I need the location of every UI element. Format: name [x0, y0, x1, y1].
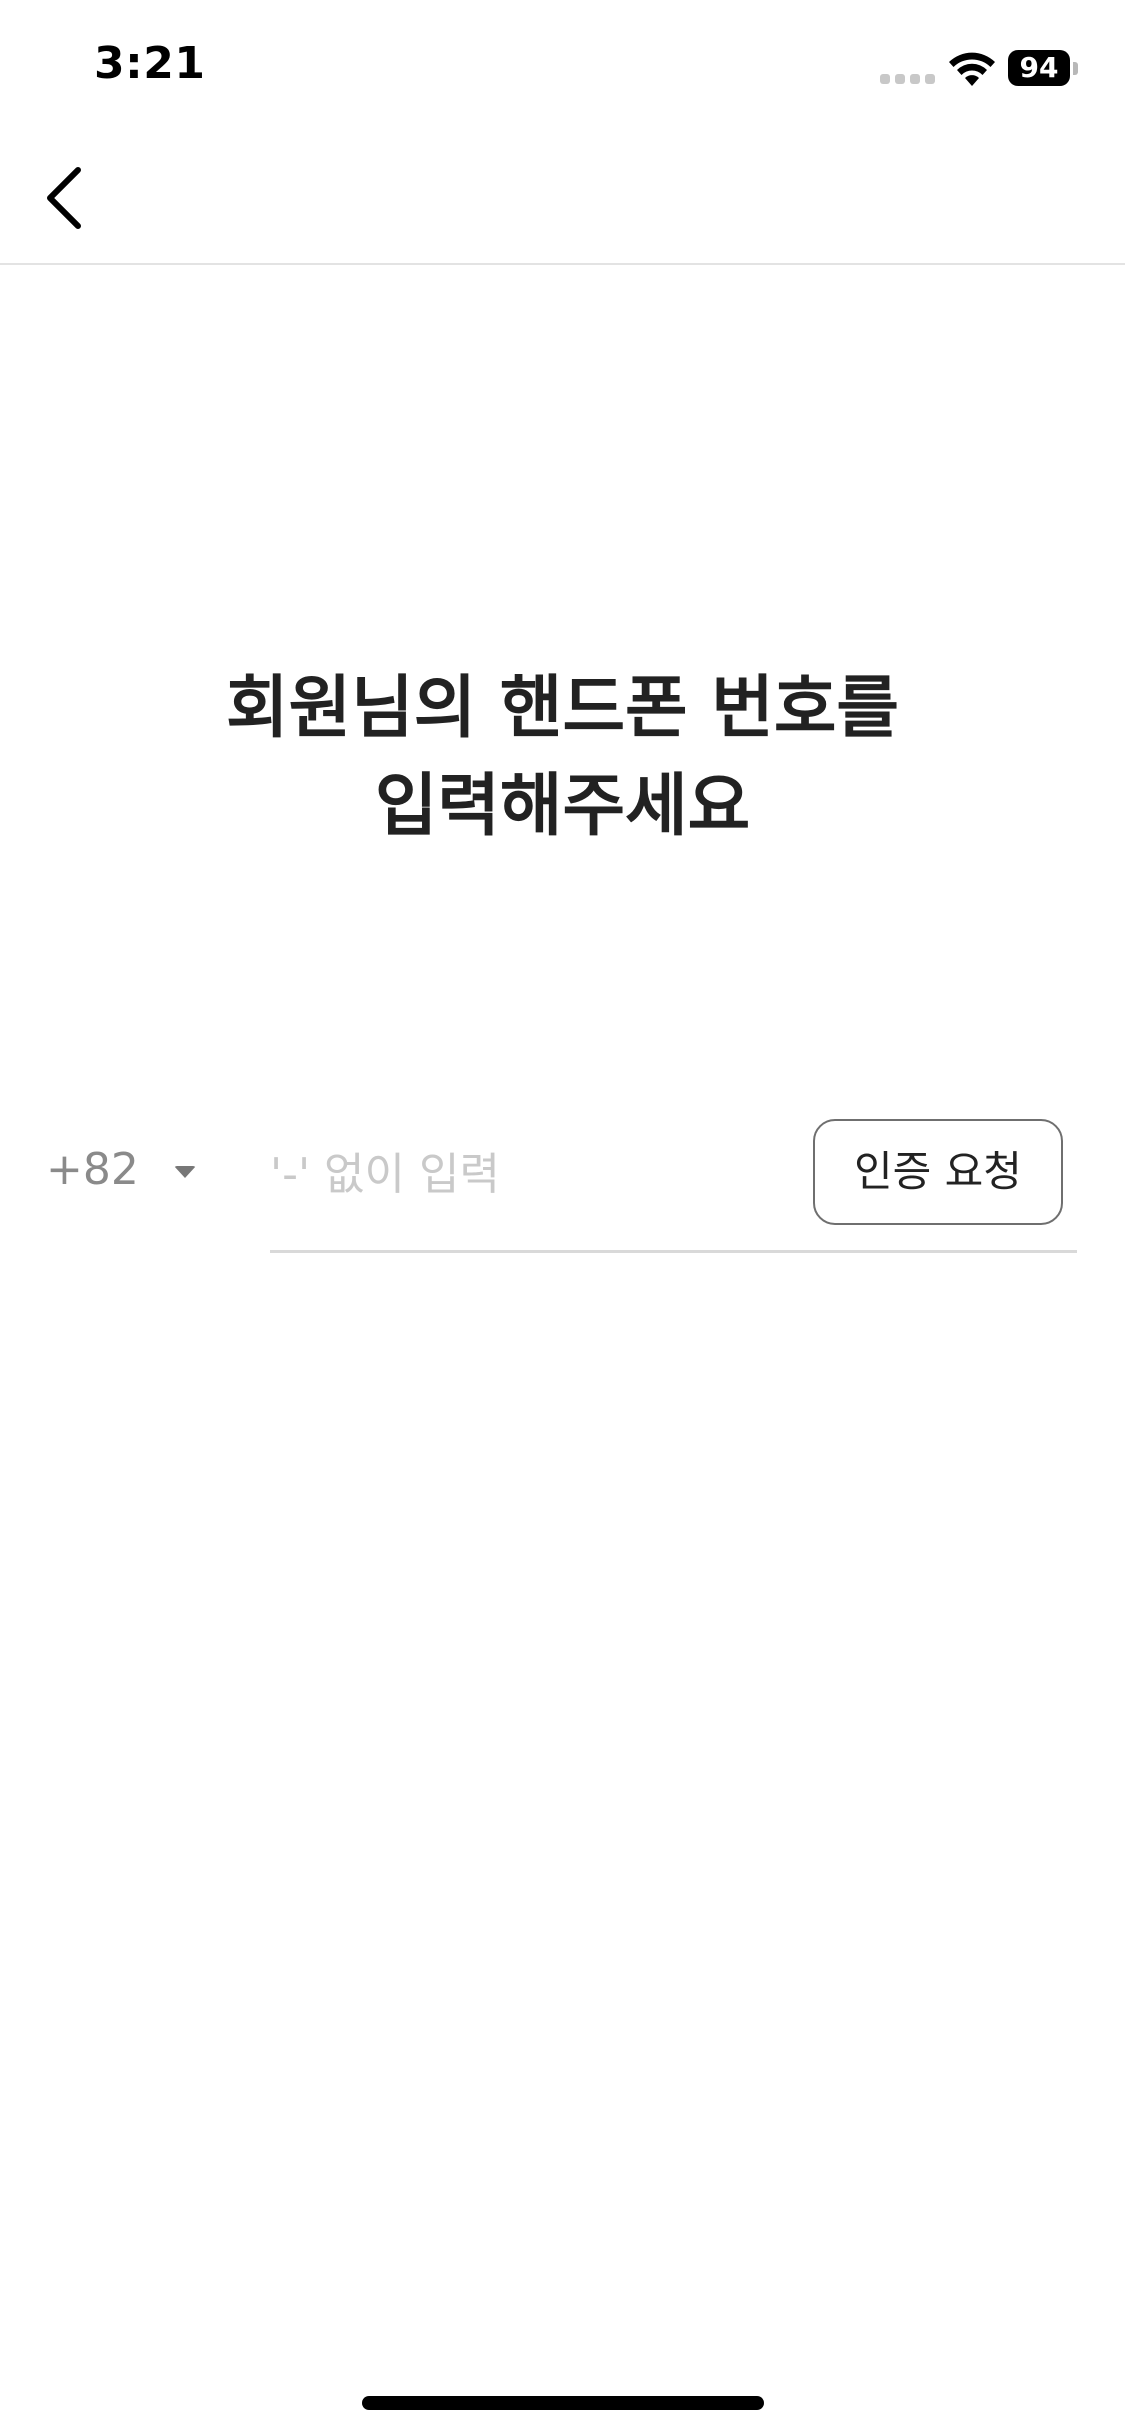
back-button[interactable]	[30, 160, 106, 236]
chevron-left-icon	[47, 167, 81, 229]
request-verification-button[interactable]: 인증 요청	[813, 1119, 1063, 1225]
phone-number-input[interactable]	[270, 1136, 790, 1212]
caret-down-icon	[174, 1166, 196, 1178]
cellular-signal-icon	[880, 74, 936, 84]
battery-level: 94	[1019, 51, 1059, 84]
status-time: 3:21	[94, 38, 206, 89]
battery-icon: 94	[1008, 50, 1070, 86]
battery-tip	[1073, 62, 1078, 75]
page-title-line-1: 회원님의 핸드폰 번호를	[226, 669, 899, 748]
nav-bar	[0, 132, 1125, 265]
page-title-line-2: 입력해주세요	[374, 767, 751, 846]
country-code-label: +82	[46, 1144, 139, 1195]
home-indicator	[362, 2396, 764, 2410]
wifi-icon	[949, 52, 995, 86]
page-title: 회원님의 핸드폰 번호를 입력해주세요	[0, 660, 1125, 856]
status-bar: 3:21 94	[0, 0, 1125, 132]
country-code-selector[interactable]: +82	[46, 1138, 206, 1210]
phone-input-underline	[270, 1250, 1077, 1253]
